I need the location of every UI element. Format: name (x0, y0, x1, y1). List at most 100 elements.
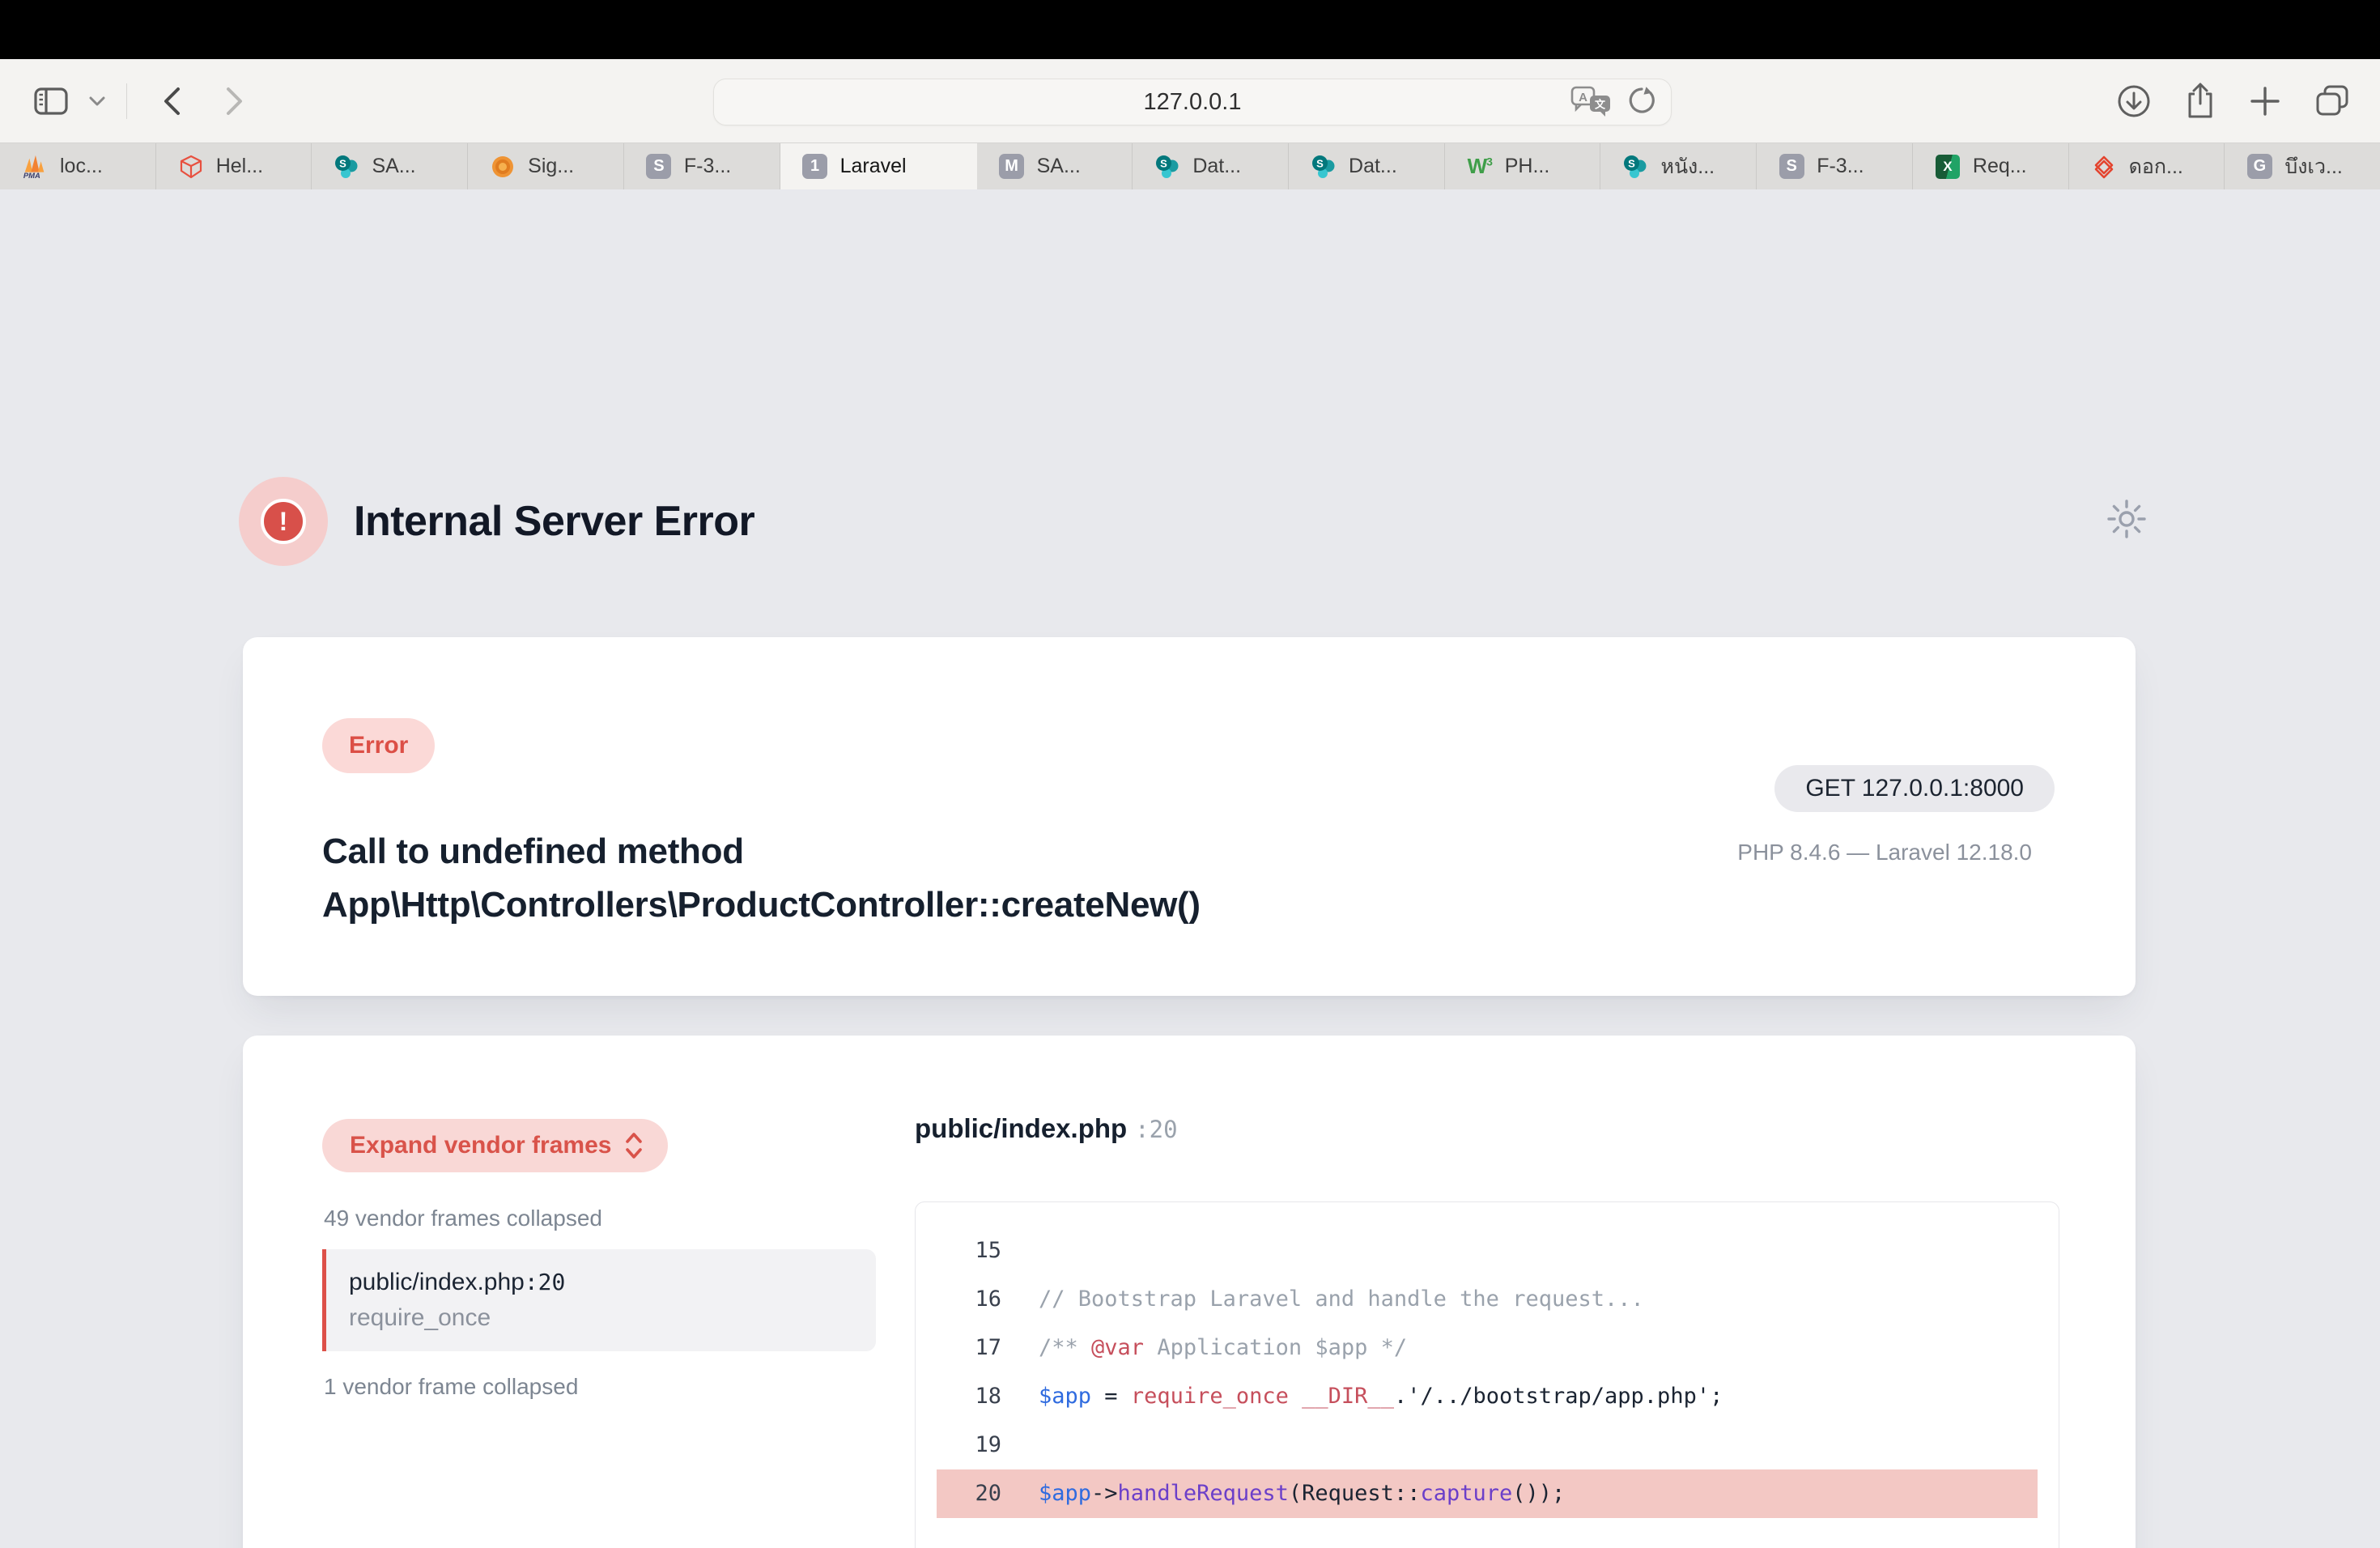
code-line: 18$app = require_once __DIR__.'/../boots… (937, 1372, 2038, 1421)
tab-label: ดอก... (2129, 151, 2183, 183)
error-summary-card: Error Call to undefined method App\Http\… (243, 637, 2136, 996)
frame-file: public/index.php:20 (349, 1269, 852, 1296)
tab-2[interactable]: S SA... (312, 143, 468, 189)
tab-label: F-3... (1817, 155, 1864, 178)
tab-11[interactable]: SF-3... (1757, 143, 1913, 189)
vendor-frames-collapsed-bottom: 1 vendor frame collapsed (324, 1374, 578, 1400)
tab-8[interactable]: S Dat... (1289, 143, 1445, 189)
tab-label: SA... (372, 155, 415, 178)
svg-text:S: S (1316, 157, 1324, 169)
tab-label: Hel... (216, 155, 263, 178)
tab-label: F-3... (684, 155, 731, 178)
svg-text:S: S (340, 157, 347, 169)
tab-7[interactable]: S Dat... (1133, 143, 1289, 189)
tab-3[interactable]: Sig... (468, 143, 624, 189)
page-title: Internal Server Error (354, 497, 754, 546)
translate-icon[interactable]: A文 (1570, 85, 1613, 119)
frame-method: require_once (349, 1304, 852, 1332)
svg-text:S: S (1160, 157, 1167, 169)
back-button-icon[interactable] (163, 87, 181, 116)
phpmyadmin-icon: PMA (21, 154, 49, 180)
tab-label: Laravel (840, 155, 907, 178)
tab-label: Sig... (528, 155, 574, 178)
code-header-file: public/index.php (915, 1113, 1127, 1143)
line-source: $app->handleRequest(Request::capture()); (1001, 1469, 1565, 1518)
line-source: // Bootstrap Laravel and handle the requ… (1001, 1275, 1644, 1324)
tab-14[interactable]: Gบึงเว... (2225, 143, 2380, 189)
downloads-icon[interactable] (2116, 83, 2152, 119)
letter-M-icon: M (998, 154, 1026, 180)
tab-strip: PMAloc... Hel... S SA... Sig... S F-3... 1 Larav… (0, 143, 2380, 189)
reload-icon[interactable] (1626, 86, 1656, 118)
tab-label: หนัง... (1660, 151, 1715, 183)
excel-icon: X (1934, 154, 1961, 180)
sidebar-chevron-down-icon[interactable] (89, 96, 105, 106)
new-tab-icon[interactable] (2249, 85, 2281, 117)
frame-line-number: :20 (525, 1269, 566, 1295)
stack-frame-item[interactable]: public/index.php:20 require_once (322, 1249, 876, 1351)
request-method-badge: GET 127.0.0.1:8000 (1774, 765, 2055, 812)
exclamation-icon: ! (261, 499, 306, 544)
tab-overview-icon[interactable] (2314, 83, 2351, 119)
sharepoint-icon: S (1310, 154, 1337, 180)
line-number: 20 (937, 1469, 1001, 1518)
share-icon[interactable] (2184, 82, 2216, 121)
expand-vendor-frames-label: Expand vendor frames (350, 1119, 611, 1172)
code-line: 17/** @var Application $app */ (937, 1324, 2038, 1372)
red-chevrons-icon (2090, 154, 2118, 180)
code-line-highlighted: 20$app->handleRequest(Request::capture()… (937, 1469, 2038, 1518)
menu-bar (0, 0, 2380, 59)
code-line: 19 (937, 1421, 2038, 1469)
error-type-badge: Error (322, 718, 435, 773)
tab-label: Dat... (1192, 155, 1241, 178)
php-laravel-versions: PHP 8.4.6 — Laravel 12.18.0 (1737, 840, 2032, 865)
tab-12[interactable]: XReq... (1913, 143, 2069, 189)
line-number: 18 (937, 1372, 1001, 1421)
theme-toggle-sun-icon[interactable] (2106, 499, 2147, 539)
tab-13[interactable]: ดอก... (2069, 143, 2225, 189)
tab-active-5[interactable]: 1 Laravel (780, 143, 977, 189)
tab-9[interactable]: W3PH... (1445, 143, 1601, 189)
letter-G-icon: G (2246, 154, 2273, 180)
tab-10[interactable]: S หนัง... (1600, 143, 1757, 189)
svg-text:A: A (1579, 91, 1587, 104)
sharepoint-icon: S (1154, 154, 1181, 180)
tab-6[interactable]: M SA... (977, 143, 1133, 189)
browser-toolbar: 127.0.0.1 A文 (0, 59, 2380, 143)
svg-text:S: S (1629, 157, 1636, 169)
sidebar-toggle-icon[interactable] (34, 87, 68, 115)
stack-trace-card: Expand vendor frames 49 vendor frames co… (243, 1036, 2136, 1548)
forward-button-icon[interactable] (226, 87, 244, 116)
expand-collapse-chevrons-icon (624, 1131, 644, 1160)
line-source (1001, 1227, 1039, 1275)
code-snippet-header: public/index.php :20 (915, 1113, 1178, 1144)
line-source (1001, 1421, 1039, 1469)
svg-text:文: 文 (1595, 99, 1606, 112)
tab-1[interactable]: Hel... (156, 143, 312, 189)
w3schools-icon: W3 (1466, 154, 1494, 180)
tab-0[interactable]: PMAloc... (0, 143, 156, 189)
code-line: 15 (937, 1227, 2038, 1275)
code-snippet-block: 1516// Bootstrap Laravel and handle the … (915, 1201, 2059, 1548)
tab-4[interactable]: S F-3... (624, 143, 780, 189)
expand-vendor-frames-button[interactable]: Expand vendor frames (322, 1119, 668, 1172)
orange-circle-icon (489, 154, 516, 180)
line-number: 17 (937, 1324, 1001, 1372)
letter-S-icon: S (645, 154, 673, 180)
line-source: $app = require_once __DIR__.'/../bootstr… (1001, 1372, 1723, 1421)
address-bar[interactable]: 127.0.0.1 A文 (713, 79, 1672, 125)
error-message: Call to undefined method App\Http\Contro… (322, 825, 1201, 932)
toolbar-divider (126, 83, 127, 119)
laravel-box-icon (177, 154, 205, 180)
tab-label: SA... (1037, 155, 1081, 178)
error-bubble-icon: ! (239, 477, 328, 566)
code-line: 16// Bootstrap Laravel and handle the re… (937, 1275, 2038, 1324)
code-header-line: :20 (1135, 1116, 1177, 1143)
url-text: 127.0.0.1 (1144, 89, 1242, 116)
sharepoint-icon: S (1621, 154, 1649, 180)
sharepoint-icon: S (333, 154, 360, 180)
svg-text:PMA: PMA (23, 172, 40, 180)
letter-1-icon: 1 (801, 154, 829, 180)
tab-label: Dat... (1349, 155, 1397, 178)
line-number: 19 (937, 1421, 1001, 1469)
